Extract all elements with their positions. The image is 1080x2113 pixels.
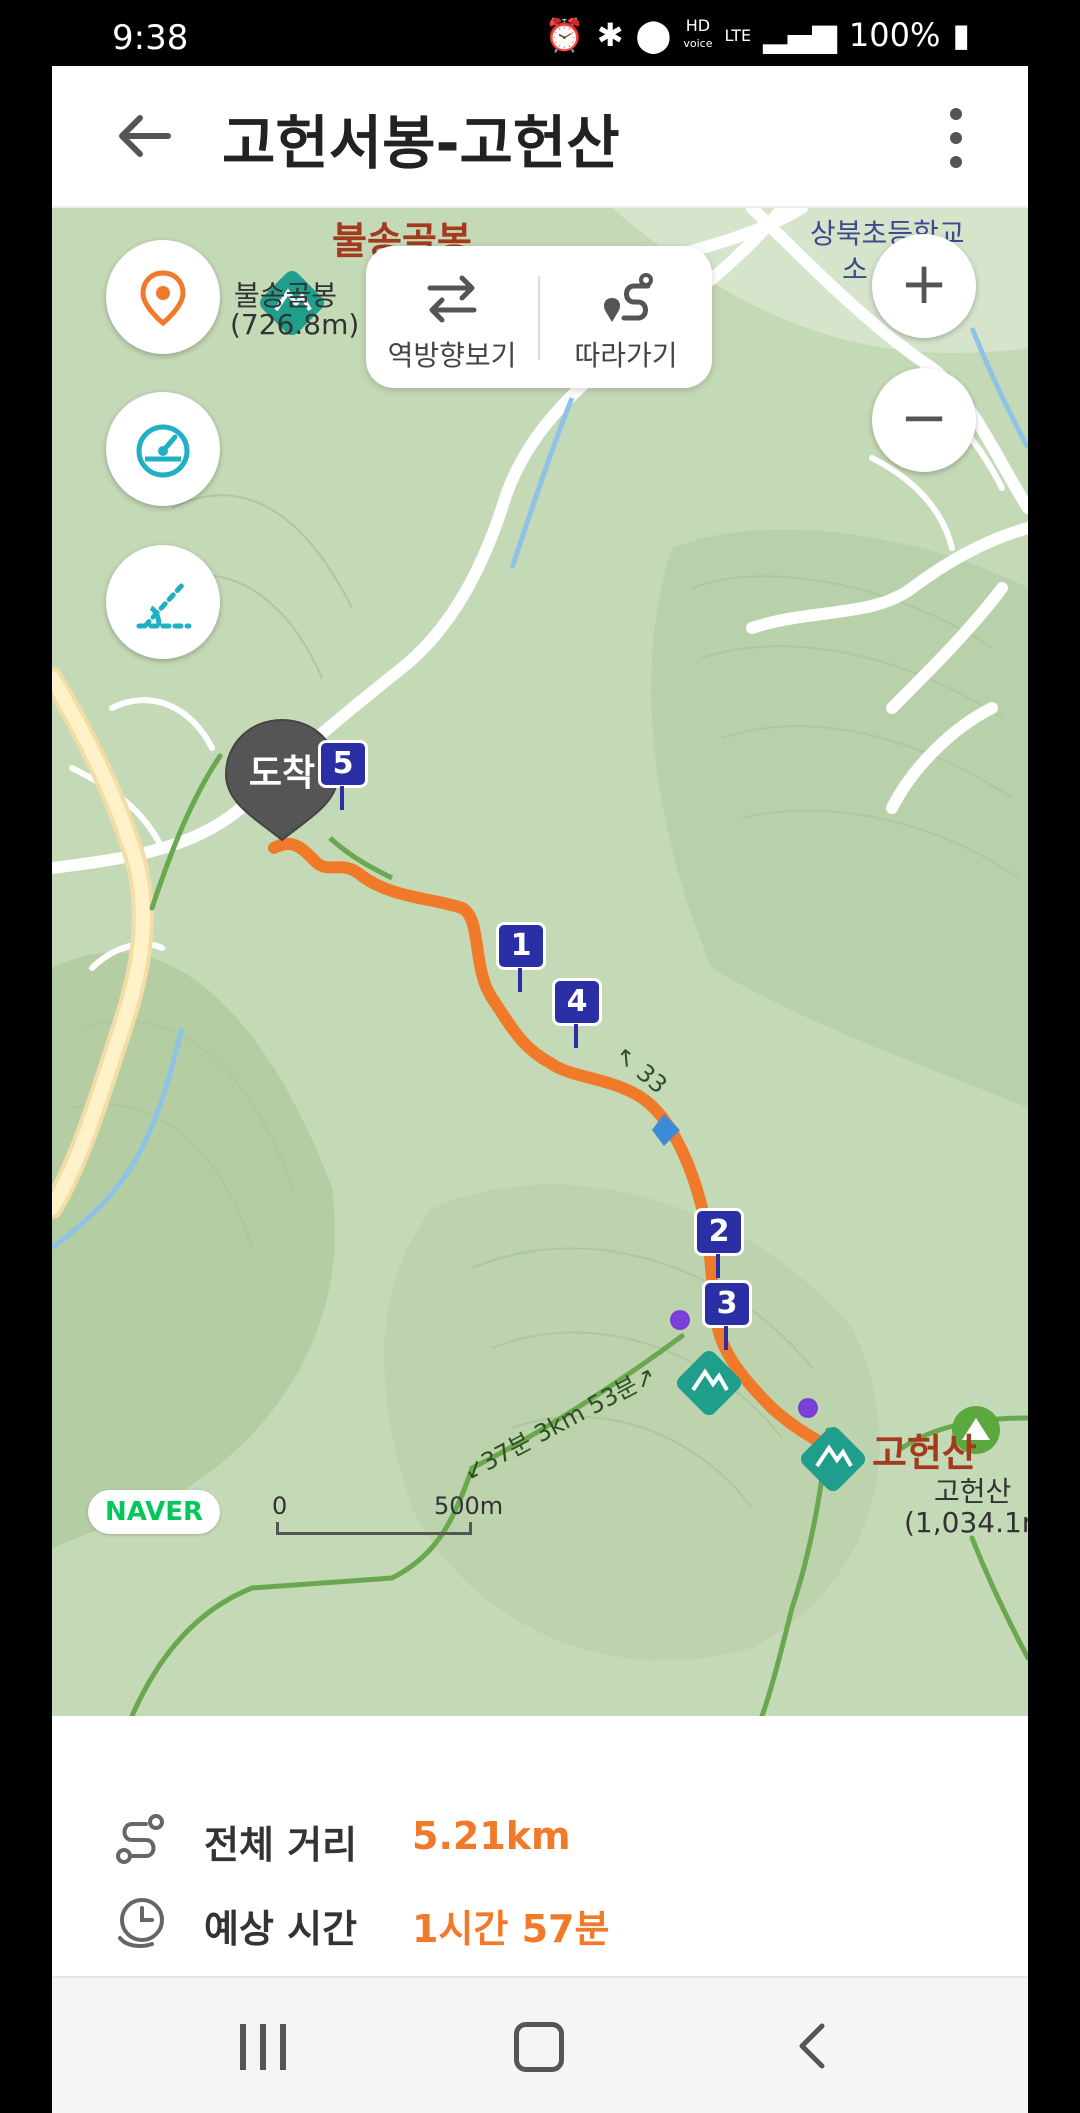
scale-start: 0 [272, 1492, 288, 1520]
bluetooth-icon: ✱ [596, 16, 624, 54]
distance-value: 5.21km [412, 1814, 571, 1858]
peak-goheon-name: 고헌산 [934, 1475, 1012, 1508]
time-value: 1시간 57분 [412, 1907, 610, 1951]
header: 고헌서봉-고헌산 [52, 66, 1028, 208]
map-scale: 0 500m [272, 1492, 503, 1535]
naver-logo: NAVER [88, 1490, 220, 1534]
more-dot-icon [950, 108, 962, 120]
clock-icon [118, 1898, 164, 1948]
route-options-popup: 역방향보기 따라가기 [366, 246, 712, 388]
route-marker-1[interactable]: 1 [496, 922, 546, 970]
peak-goheon-title: 고헌산 [872, 1431, 977, 1475]
chevron-left-icon [799, 2023, 825, 2069]
more-dot-icon [950, 132, 962, 144]
speedometer-icon [136, 424, 190, 478]
hd-voice-icon: HD voice [683, 18, 712, 52]
status-icons: ⏰ ✱ ⬤ HD voice LTE ▂▄▆ 100% ▮ [545, 16, 970, 54]
route-marker-3[interactable]: 3 [702, 1280, 752, 1328]
time-label: 예상 시간 [204, 1907, 358, 1951]
slope-icon [136, 579, 192, 629]
slope-button[interactable] [106, 545, 220, 659]
app-screen: 고헌서봉-고헌산 불송골봉 불송골봉 (726.8m) 상북초등학교 소 고헌산… [52, 66, 1028, 2113]
hd-label: HD [685, 16, 711, 35]
zoom-out-button[interactable]: − [872, 368, 976, 472]
status-bar: 9:38 ⏰ ✱ ⬤ HD voice LTE ▂▄▆ 100% ▮ [0, 0, 1080, 66]
distance-row: 전체 거리 5.21km [112, 1804, 912, 1868]
battery-icon: ▮ [952, 16, 970, 54]
route-follow-icon [604, 273, 653, 322]
status-time: 9:38 [112, 18, 189, 58]
system-nav-bar [52, 1976, 1028, 2113]
route-marker-2[interactable]: 2 [694, 1208, 744, 1256]
back-button[interactable] [112, 104, 176, 168]
page-title: 고헌서봉-고헌산 [222, 109, 620, 177]
reverse-direction-label: 역방향보기 [387, 339, 517, 372]
location-icon: ⬤ [635, 16, 672, 54]
peak-goheon-height: (1,034.1m [904, 1506, 1028, 1539]
recent-apps-icon [260, 2024, 266, 2070]
route-marker-stem [574, 1024, 578, 1048]
school-label-suffix: 소 [842, 253, 868, 286]
reverse-direction-button[interactable]: 역방향보기 [366, 264, 538, 374]
my-location-button[interactable] [106, 240, 220, 354]
arrow-left-icon [119, 115, 171, 157]
more-options-button[interactable] [944, 108, 968, 172]
follow-route-button[interactable]: 따라가기 [540, 264, 712, 374]
lte-icon: LTE [724, 25, 752, 45]
recent-apps-icon [280, 2024, 286, 2070]
route-marker-stem [340, 786, 344, 810]
zoom-in-button[interactable]: + [872, 234, 976, 338]
route-distance-icon [116, 1814, 164, 1864]
scale-end: 500m [434, 1492, 504, 1520]
voice-label: voice [683, 37, 713, 50]
distance-label: 전체 거리 [204, 1823, 358, 1867]
swap-arrows-icon [427, 275, 477, 323]
scale-bar [276, 1522, 472, 1535]
signal-icon: ▂▄▆ [763, 16, 837, 54]
alarm-icon: ⏰ [544, 16, 585, 54]
recent-apps-icon [240, 2024, 246, 2070]
recent-apps-button[interactable] [240, 2024, 288, 2070]
route-marker-4[interactable]: 4 [552, 978, 602, 1026]
follow-route-label: 따라가기 [574, 339, 678, 372]
route-marker-stem [716, 1254, 720, 1278]
battery-level: 100% [848, 16, 941, 54]
peak-bulsong-height: (726.8m) [230, 308, 360, 341]
speed-button[interactable] [106, 392, 220, 506]
map-view[interactable]: 불송골봉 불송골봉 (726.8m) 상북초등학교 소 고헌산 고헌산 (1,0… [52, 208, 1028, 1716]
time-row: 예상 시간 1시간 57분 [112, 1888, 912, 1952]
home-button[interactable] [514, 2022, 564, 2072]
route-marker-5[interactable]: 5 [318, 740, 368, 788]
location-pin-icon [140, 270, 186, 327]
route-marker-stem [724, 1326, 728, 1350]
more-dot-icon [950, 156, 962, 168]
route-marker-stem [518, 968, 522, 992]
system-back-button[interactable] [792, 2022, 832, 2070]
